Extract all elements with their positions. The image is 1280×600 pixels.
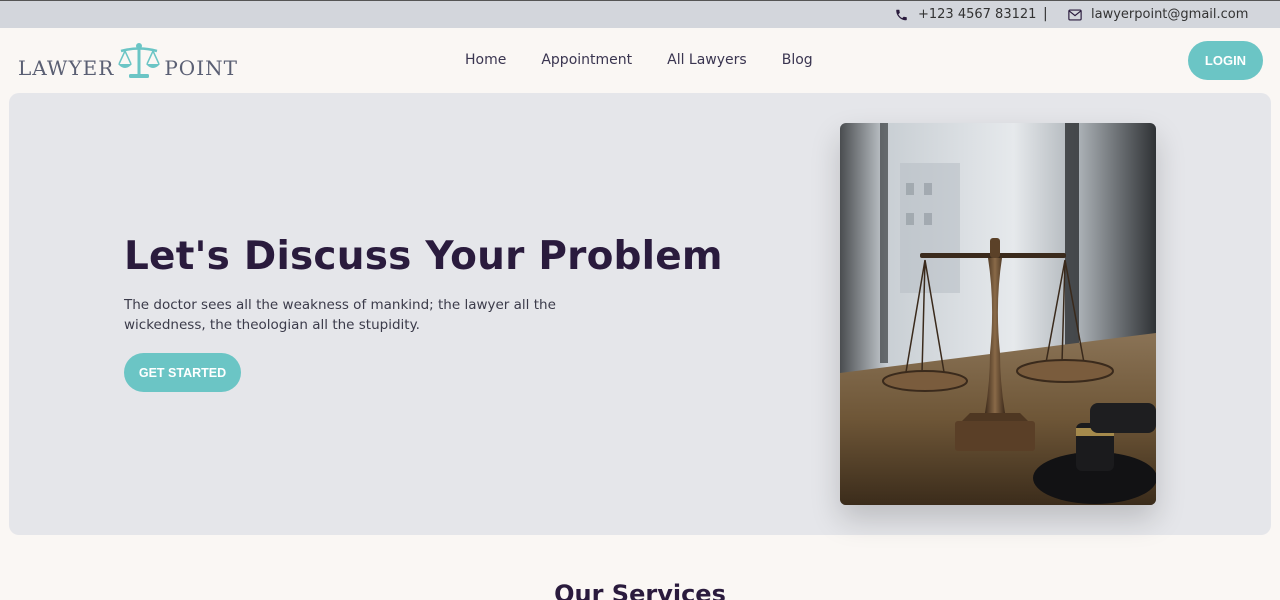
nav-appointment[interactable]: Appointment xyxy=(541,52,632,68)
login-button[interactable]: LOGIN xyxy=(1188,41,1263,80)
services-heading: Our Services xyxy=(554,580,726,600)
main-menu: Home Appointment All Lawyers Blog xyxy=(465,52,813,68)
hero-section: Let's Discuss Your Problem The doctor se… xyxy=(9,93,1271,535)
top-contact-bar: +123 4567 83121 | lawyerpoint@gmail.com xyxy=(0,0,1280,28)
nav-home[interactable]: Home xyxy=(465,52,506,68)
hero-image-scales xyxy=(840,123,1156,505)
phone-icon xyxy=(896,9,907,20)
main-navbar: LAWYER POINT Home Appointment All Lawyer… xyxy=(0,28,1280,93)
logo-text-lawyer: LAWYER xyxy=(18,56,115,80)
email-contact[interactable]: lawyerpoint@gmail.com xyxy=(1068,7,1248,22)
nav-blog[interactable]: Blog xyxy=(782,52,813,68)
site-logo[interactable]: LAWYER POINT xyxy=(18,42,238,80)
contact-separator: | xyxy=(1043,6,1048,22)
hero-description: The doctor sees all the weakness of mank… xyxy=(124,297,556,333)
logo-text-point: POINT xyxy=(164,56,238,80)
email-address: lawyerpoint@gmail.com xyxy=(1091,7,1249,22)
phone-contact[interactable]: +123 4567 83121 xyxy=(894,7,1036,22)
envelope-icon xyxy=(1068,8,1082,21)
phone-number: +123 4567 83121 xyxy=(918,7,1037,22)
hero-title: Let's Discuss Your Problem xyxy=(124,234,723,279)
scales-of-justice-icon xyxy=(118,43,161,78)
nav-all-lawyers[interactable]: All Lawyers xyxy=(667,52,747,68)
get-started-button[interactable]: GET STARTED xyxy=(124,353,241,392)
